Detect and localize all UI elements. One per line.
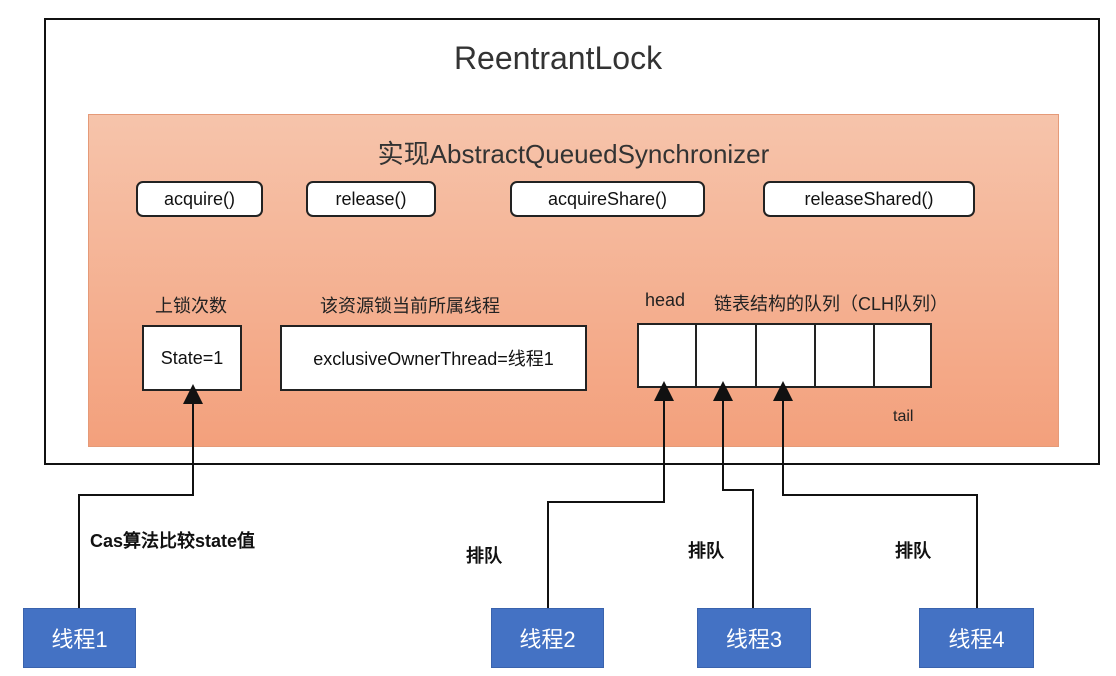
cas-annotation: Cas算法比较state值: [90, 531, 256, 551]
arrow-thread3: [713, 381, 754, 612]
queue-annotation-thread3: 排队: [688, 541, 724, 561]
thread-4: 线程4: [919, 608, 1034, 668]
arrow-thread4: [773, 381, 978, 612]
arrows-layer: [78, 381, 978, 612]
queue-annotation-thread2: 排队: [466, 546, 502, 566]
queue-annotation-thread4: 排队: [895, 541, 931, 561]
arrow-thread1: [78, 384, 203, 612]
thread-1: 线程1: [23, 608, 136, 668]
thread-2: 线程2: [491, 608, 604, 668]
arrow-thread2: [547, 381, 674, 612]
thread-3: 线程3: [697, 608, 811, 668]
